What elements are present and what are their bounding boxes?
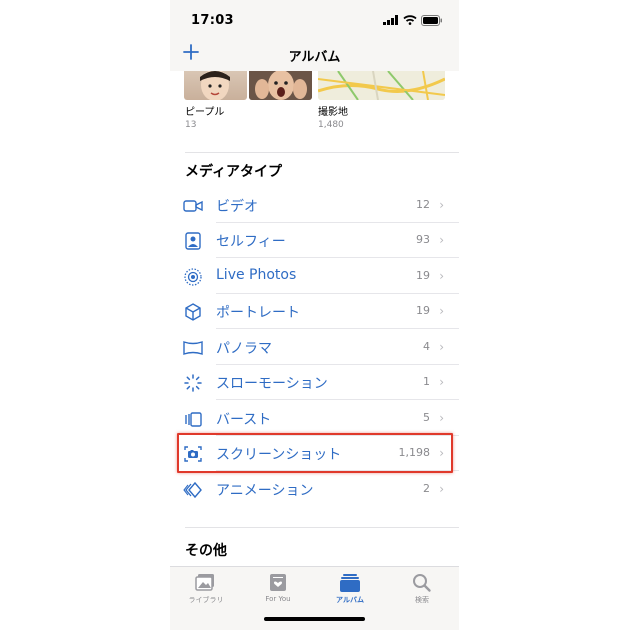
media-row-selfie[interactable]: セルフィー 93 › xyxy=(170,223,459,258)
media-row-count: 5 xyxy=(423,411,430,424)
row-divider xyxy=(216,328,459,329)
media-row-count: 1 xyxy=(423,375,430,388)
media-row-label: Live Photos xyxy=(216,267,297,283)
albums-icon xyxy=(340,574,360,592)
status-time: 17:03 xyxy=(191,13,234,28)
tab-search[interactable]: 検索 xyxy=(392,571,452,611)
tab-label: For You xyxy=(265,595,291,603)
chevron-right-icon: › xyxy=(439,304,444,318)
for-you-icon xyxy=(270,574,286,591)
chevron-right-icon: › xyxy=(439,340,444,354)
chevron-right-icon: › xyxy=(439,411,444,425)
media-row-label: アニメーション xyxy=(216,483,314,499)
slomo-icon xyxy=(184,374,202,392)
status-icons xyxy=(383,14,443,26)
live-photos-icon xyxy=(184,268,202,286)
media-row-label: パノラマ xyxy=(216,341,272,357)
battery-icon xyxy=(421,14,442,26)
media-row-count: 4 xyxy=(423,340,430,353)
people-thumbnail-1[interactable] xyxy=(184,71,247,100)
media-row-live-photos[interactable]: Live Photos 19 › xyxy=(170,259,459,294)
photos-app: 17:03 アルバム ピープル 13 撮影地 1,480 メディアタイプ ビデオ… xyxy=(170,0,459,630)
wifi-icon xyxy=(403,15,417,25)
album-people-label: ピープル xyxy=(185,107,225,118)
media-row-label: セルフィー xyxy=(216,234,286,250)
album-places-count: 1,480 xyxy=(318,120,344,130)
chevron-right-icon: › xyxy=(439,269,444,283)
album-people-count: 13 xyxy=(185,120,197,130)
media-row-slomo[interactable]: スローモーション 1 › xyxy=(170,365,459,400)
tab-label: 検索 xyxy=(415,596,429,604)
album-places-label: 撮影地 xyxy=(318,107,348,118)
media-row-panorama[interactable]: パノラマ 4 › xyxy=(170,330,459,365)
places-map-thumbnail[interactable] xyxy=(318,71,445,100)
tab-library[interactable]: ライブラリ xyxy=(176,571,236,611)
animation-icon xyxy=(183,481,202,499)
media-row-count: 2 xyxy=(423,482,430,495)
media-row-burst[interactable]: バースト 5 › xyxy=(170,401,459,436)
portrait-cube-icon xyxy=(185,303,201,321)
other-heading: その他 xyxy=(185,543,227,559)
library-icon xyxy=(195,574,214,591)
selfie-icon xyxy=(185,232,201,250)
tab-for-you[interactable]: For You xyxy=(248,571,308,611)
row-divider xyxy=(216,399,459,400)
video-icon xyxy=(183,200,203,212)
media-row-count: 93 xyxy=(416,233,430,246)
section-divider xyxy=(185,152,459,153)
status-bar: 17:03 xyxy=(170,0,459,36)
media-row-label: スローモーション xyxy=(216,376,328,392)
media-row-count: 19 xyxy=(416,304,430,317)
tab-label: ライブラリ xyxy=(188,596,224,604)
tab-albums[interactable]: アルバム xyxy=(320,571,380,611)
media-row-label: ポートレート xyxy=(216,305,300,321)
page-title: アルバム xyxy=(288,50,341,65)
chevron-right-icon: › xyxy=(439,375,444,389)
people-thumbnail-2[interactable] xyxy=(249,71,312,100)
media-row-animation[interactable]: アニメーション 2 › xyxy=(170,472,459,507)
section-divider xyxy=(185,527,459,528)
panorama-icon xyxy=(183,341,203,355)
navigation-bar: アルバム xyxy=(170,36,459,71)
search-icon xyxy=(413,574,431,592)
chevron-right-icon: › xyxy=(439,482,444,496)
media-row-count: 19 xyxy=(416,269,430,282)
media-row-video[interactable]: ビデオ 12 › xyxy=(170,188,459,223)
media-row-label: バースト xyxy=(216,412,272,428)
chevron-right-icon: › xyxy=(439,198,444,212)
home-indicator[interactable] xyxy=(264,617,365,621)
media-row-label: ビデオ xyxy=(216,199,258,215)
row-divider xyxy=(216,257,459,258)
screenshot-row-highlight xyxy=(177,433,453,473)
tab-label: アルバム xyxy=(336,596,364,604)
media-types-heading: メディアタイプ xyxy=(185,164,283,180)
media-row-portrait[interactable]: ポートレート 19 › xyxy=(170,294,459,329)
chevron-right-icon: › xyxy=(439,233,444,247)
burst-icon xyxy=(185,412,202,427)
media-row-count: 12 xyxy=(416,198,430,211)
signal-icon xyxy=(383,15,398,25)
